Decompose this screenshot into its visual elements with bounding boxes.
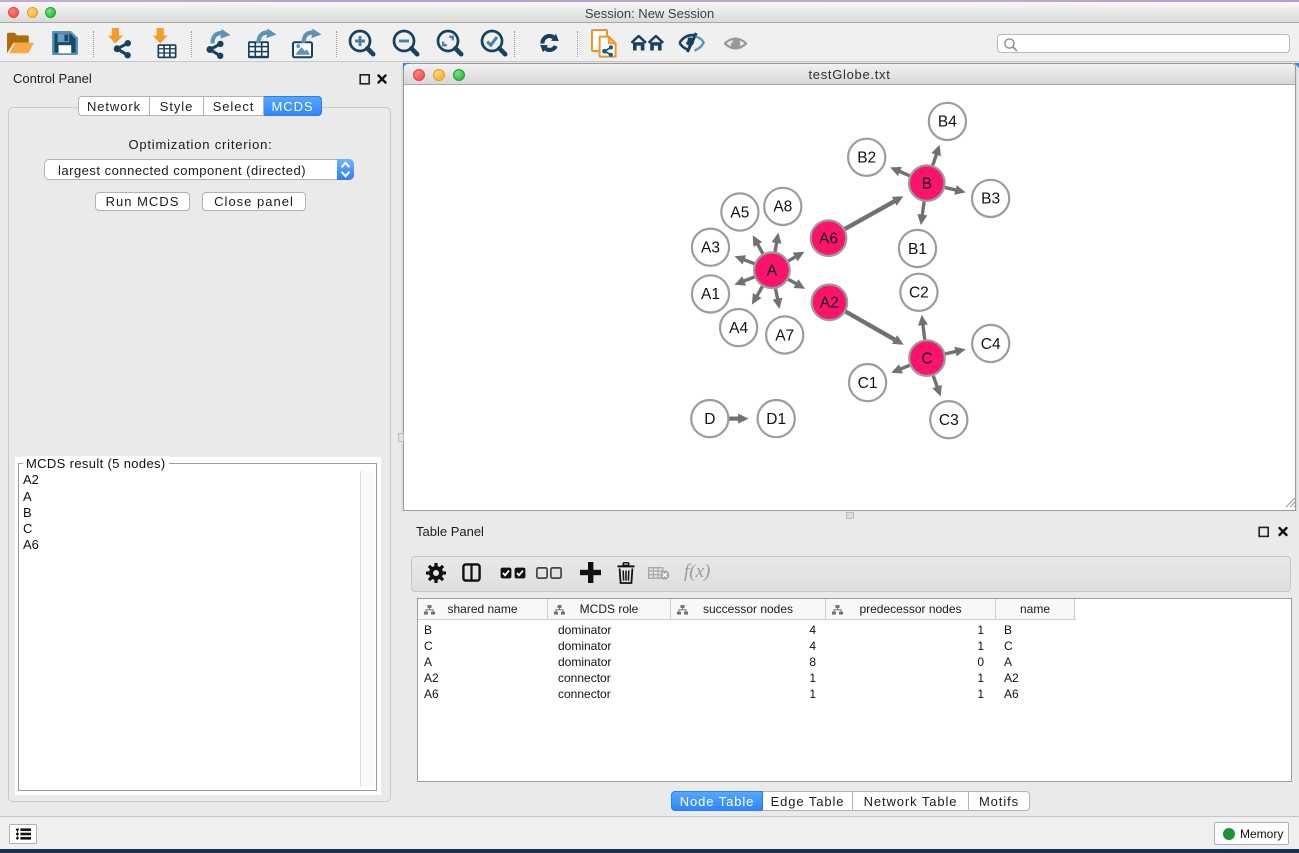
svg-text:A7: A7 [775,327,794,344]
svg-text:A6: A6 [819,230,838,247]
svg-text:C4: C4 [981,336,1001,353]
svg-text:B: B [922,175,932,192]
svg-text:C2: C2 [909,285,929,302]
svg-text:D1: D1 [766,411,786,428]
svg-text:A1: A1 [701,286,720,303]
svg-text:B3: B3 [981,191,1000,208]
svg-text:A8: A8 [773,199,792,216]
svg-text:B4: B4 [938,114,957,131]
svg-text:A4: A4 [729,320,748,337]
svg-text:C1: C1 [858,375,878,392]
svg-text:D: D [704,411,715,428]
svg-text:C3: C3 [939,412,959,429]
svg-text:A: A [767,263,778,280]
svg-text:A2: A2 [820,295,839,312]
svg-text:B1: B1 [908,241,927,258]
svg-text:A3: A3 [701,240,720,257]
svg-text:A5: A5 [730,204,749,221]
svg-text:C: C [921,350,932,367]
svg-text:B2: B2 [857,150,876,167]
